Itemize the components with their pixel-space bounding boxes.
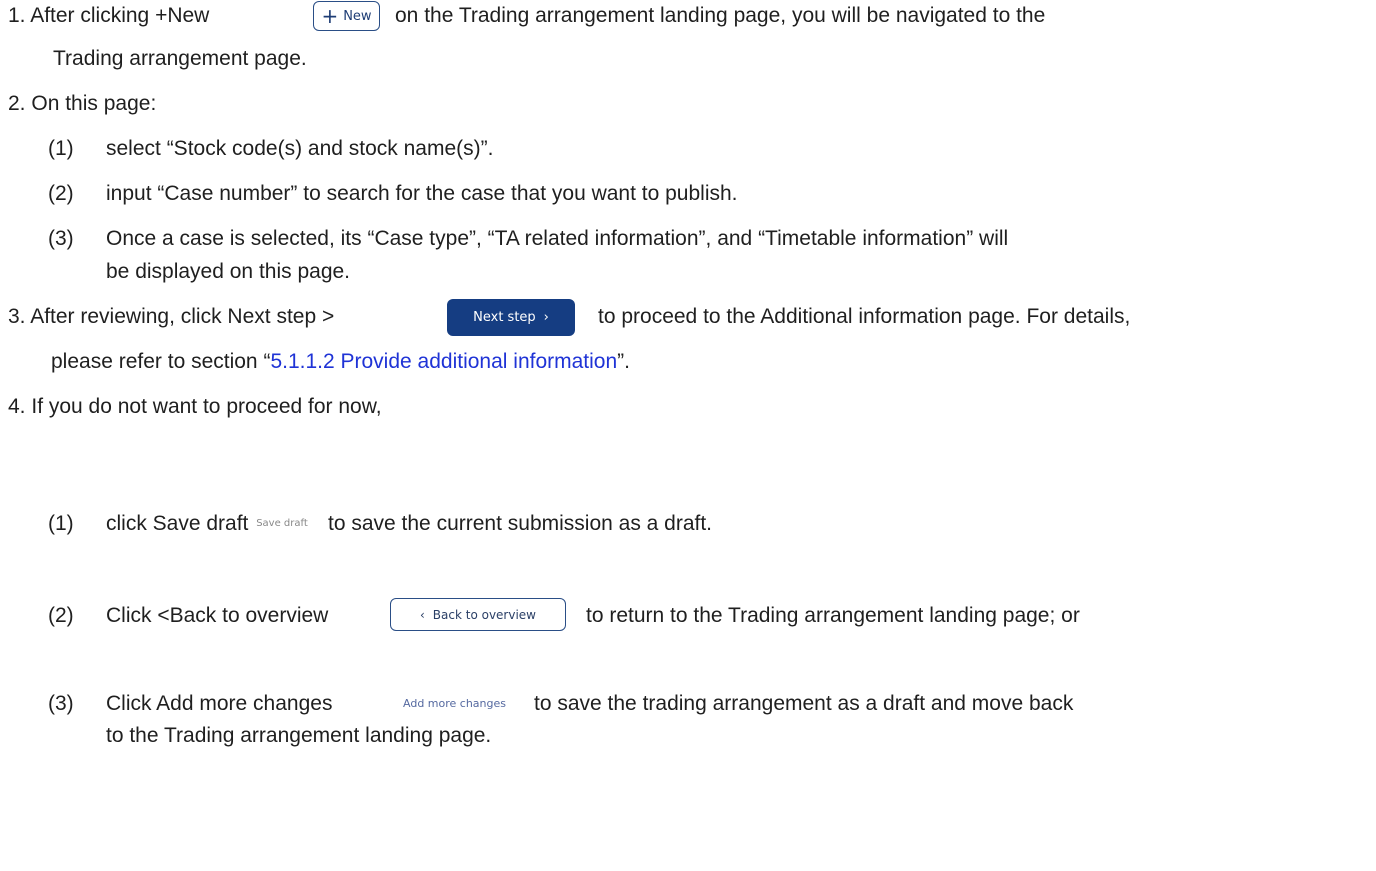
step-1-number: 1. <box>8 4 26 27</box>
item-number: (1) <box>48 512 74 535</box>
step-4-text: If you do not want to proceed for now, <box>31 395 382 418</box>
step-4-item-2-after: to return to the Trading arrangement lan… <box>586 604 1080 627</box>
add-more-changes-button[interactable]: Add more changes <box>391 694 518 712</box>
step-3-continuation: please refer to section “5.1.1.2 Provide… <box>51 348 630 376</box>
step-4-item-3-after: to save the trading arrangement as a dra… <box>534 692 1074 715</box>
item-number: (3) <box>48 227 74 250</box>
back-to-overview-label: Back to overview <box>432 607 536 622</box>
step-2-item-3-continuation: be displayed on this page. <box>106 260 351 283</box>
item-number: (3) <box>48 692 74 715</box>
step-4-item-3-continuation: to the Trading arrangement landing page. <box>106 724 492 747</box>
step-3-number: 3. <box>8 305 26 328</box>
item-text: input “Case number” to search for the ca… <box>106 182 738 205</box>
plus-icon: + <box>321 4 339 28</box>
next-step-button[interactable]: Next step › <box>447 299 575 336</box>
step-1-text-before: After clicking +New <box>30 4 210 27</box>
step-3-line: 3. After reviewing, click Next step > <box>8 303 334 331</box>
step-2-item-1: (1) select “Stock code(s) and stock name(… <box>48 135 493 163</box>
save-draft-button[interactable]: Save draft <box>254 514 310 532</box>
step-2-item-3: (3) Once a case is selected, its “Case ty… <box>48 225 1008 253</box>
item-text-before: click Save draft <box>106 512 249 535</box>
step-1-line: 1. After clicking +New <box>8 2 209 30</box>
next-step-label: Next step <box>473 310 536 325</box>
step-3-text-before: After reviewing, click Next step > <box>30 305 335 328</box>
item-number: (2) <box>48 604 74 627</box>
item-number: (1) <box>48 137 74 160</box>
step-4-line: 4. If you do not want to proceed for now… <box>8 393 382 421</box>
chevron-right-icon: › <box>543 310 549 325</box>
chevron-left-icon: ‹ <box>419 607 425 622</box>
item-text-before: Click <Back to overview <box>106 604 329 627</box>
step-2-line: 2. On this page: <box>8 90 156 118</box>
step-2-item-2: (2) input “Case number” to search for the… <box>48 180 738 208</box>
step-4-item-3: (3) Click Add more changes <box>48 690 332 718</box>
back-to-overview-button[interactable]: ‹ Back to overview <box>390 598 566 631</box>
step-4-number: 4. <box>8 395 26 418</box>
step-3-ref-prefix: please refer to section “ <box>51 350 271 373</box>
step-1-text-after: on the Trading arrangement landing page,… <box>395 4 1046 27</box>
item-number: (2) <box>48 182 74 205</box>
item-text: select “Stock code(s) and stock name(s)”… <box>106 137 494 160</box>
new-button-label: New <box>343 8 372 24</box>
step-4-item-1: (1) click Save draft <box>48 510 248 538</box>
item-text-before: Click Add more changes <box>106 692 333 715</box>
step-1-continuation: Trading arrangement page. <box>53 47 307 70</box>
step-4-item-1-after: to save the current submission as a draf… <box>328 512 713 535</box>
new-button[interactable]: + New <box>313 1 380 31</box>
section-link[interactable]: 5.1.1.2 Provide additional information <box>270 350 617 373</box>
step-3-ref-suffix: ”. <box>617 350 630 373</box>
step-2-number: 2. <box>8 92 26 115</box>
step-3-text-after: to proceed to the Additional information… <box>598 305 1131 328</box>
item-text: Once a case is selected, its “Case type”… <box>106 227 1009 250</box>
step-2-text: On this page: <box>31 92 157 115</box>
step-4-item-2: (2) Click <Back to overview <box>48 602 328 630</box>
